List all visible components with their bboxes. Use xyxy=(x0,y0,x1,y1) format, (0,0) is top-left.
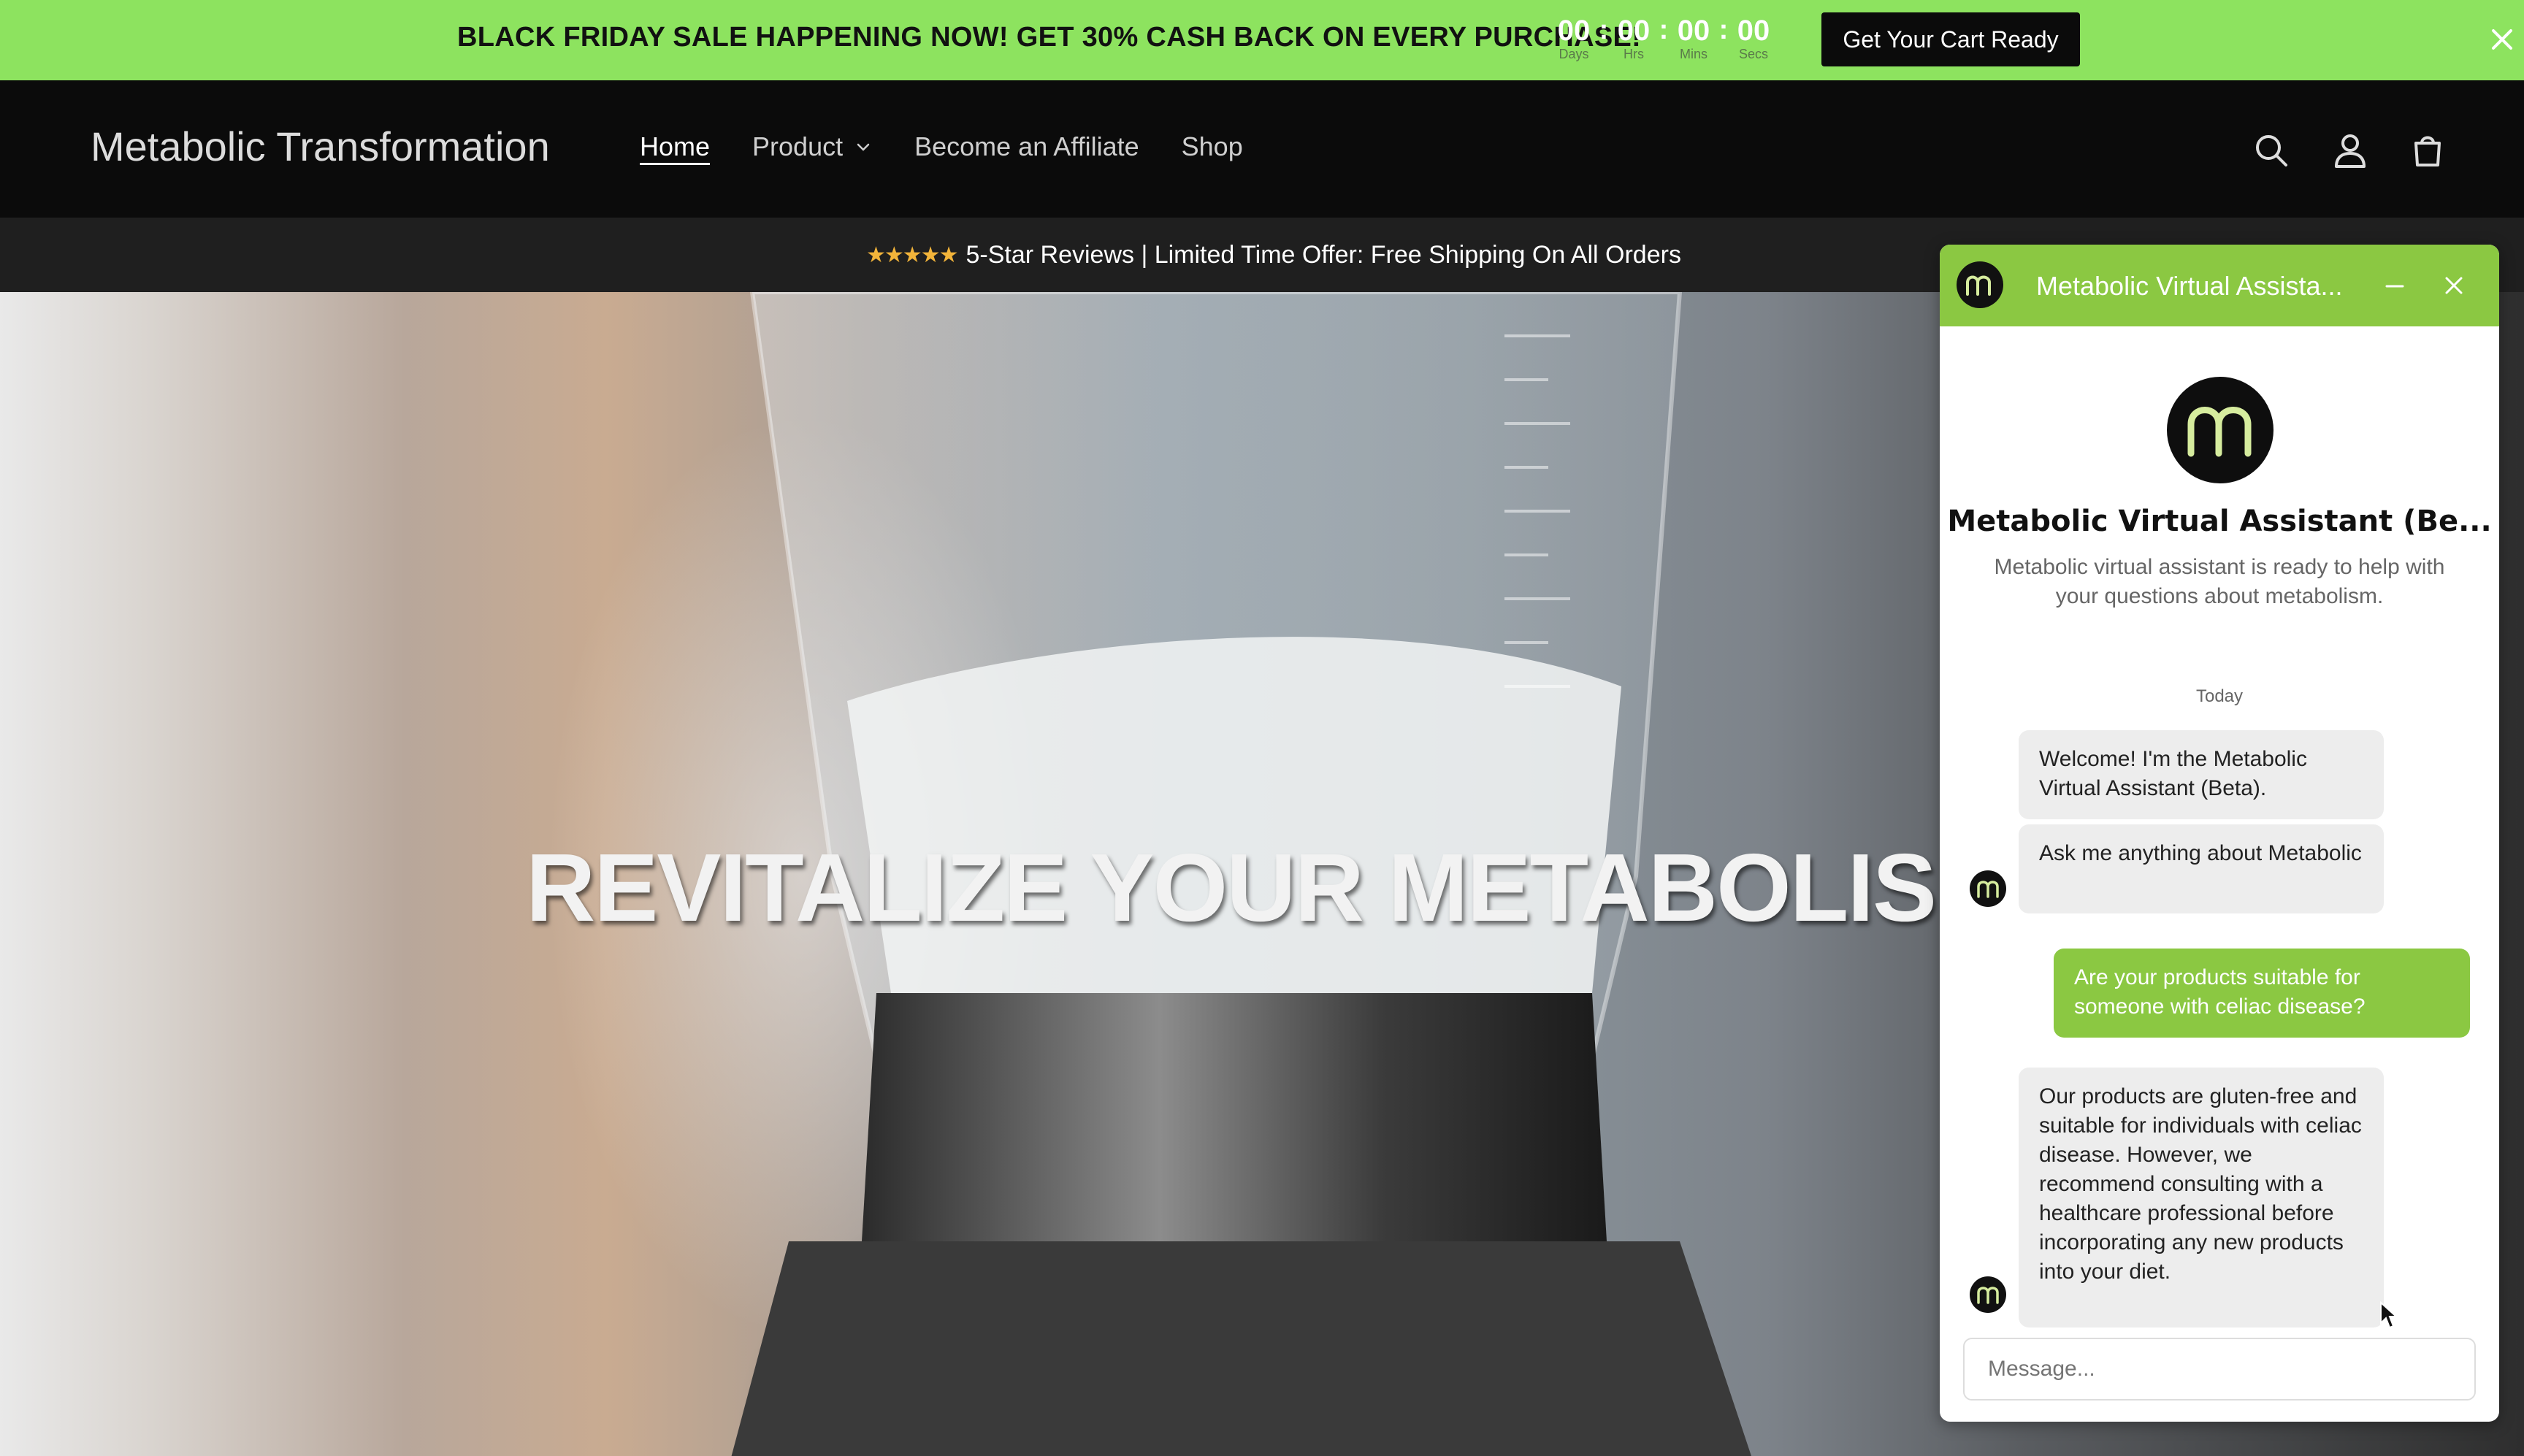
close-icon[interactable] xyxy=(2487,25,2517,54)
countdown-separator: : xyxy=(1659,15,1669,45)
countdown-label: Secs xyxy=(1738,47,1769,61)
promo-bar: BLACK FRIDAY SALE HAPPENING NOW! GET 30%… xyxy=(0,0,2524,80)
countdown-timer: 00 Days : 00 Hrs : 00 Mins : 00 Secs xyxy=(1551,16,1776,62)
bot-message: Our products are gluten-free and suitabl… xyxy=(2019,1068,2384,1327)
announcement-content: ★★★★★ 5-Star Reviews | Limited Time Offe… xyxy=(866,241,1681,269)
nav-home[interactable]: Home xyxy=(640,131,710,162)
chat-date-divider: Today xyxy=(2195,686,2244,706)
countdown-separator: : xyxy=(1599,15,1609,45)
mouse-cursor-icon xyxy=(2380,1301,2397,1329)
countdown-value: 00 xyxy=(1557,15,1591,47)
user-message: Are your products suitable for someone w… xyxy=(2054,949,2470,1038)
chat-description: Metabolic virtual assistant is ready to … xyxy=(1994,555,2445,608)
message-input[interactable] xyxy=(1963,1338,2476,1401)
nav-product-label: Product xyxy=(752,131,844,161)
bot-message: Welcome! I'm the Metabolic Virtual Assis… xyxy=(2019,730,2384,819)
countdown-label: Mins xyxy=(1679,47,1707,61)
main-nav: Home Product Become an Affiliate Shop xyxy=(640,131,1285,162)
announcement-text: 5-Star Reviews | Limited Time Offer: Fre… xyxy=(965,241,1681,269)
countdown-value: 00 xyxy=(1677,15,1710,47)
countdown-hours: 00 Hrs xyxy=(1611,16,1656,62)
get-cart-ready-button[interactable]: Get Your Cart Ready xyxy=(1821,12,2080,66)
countdown-label: Days xyxy=(1559,47,1589,61)
countdown-minutes: 00 Mins xyxy=(1671,16,1716,62)
countdown-seconds: 00 Secs xyxy=(1731,16,1776,62)
promo-text: BLACK FRIDAY SALE HAPPENING NOW! GET 30%… xyxy=(457,22,1642,53)
account-icon[interactable] xyxy=(2330,130,2371,171)
chat-widget: Metabolic Virtual Assista... Metabolic V… xyxy=(1940,245,2499,1422)
bot-avatar-icon xyxy=(1970,1276,2006,1313)
brand-logo[interactable]: Metabolic Transformation xyxy=(91,123,550,170)
chat-header-title: Metabolic Virtual Assista... xyxy=(2036,271,2343,301)
countdown-value: 00 xyxy=(1737,15,1770,47)
assistant-avatar-icon xyxy=(2167,377,2273,483)
chat-header: Metabolic Virtual Assista... xyxy=(1940,245,2499,326)
chat-title: Metabolic Virtual Assistant (Be... xyxy=(1947,505,2492,538)
assistant-logo-icon xyxy=(1957,261,2003,308)
nav-become-affiliate[interactable]: Become an Affiliate xyxy=(914,131,1139,162)
search-icon[interactable] xyxy=(2251,130,2292,171)
nav-product[interactable]: Product xyxy=(752,131,872,162)
bot-avatar-icon xyxy=(1970,870,2006,907)
minimize-icon[interactable] xyxy=(2382,274,2407,299)
cart-icon[interactable] xyxy=(2407,130,2448,171)
star-rating-icon: ★★★★★ xyxy=(866,243,958,267)
countdown-label: Hrs xyxy=(1624,47,1644,61)
chevron-down-icon xyxy=(857,143,870,151)
hero-title: REVITALIZE YOUR METABOLISM xyxy=(526,834,1943,941)
site-header: Metabolic Transformation Home Product Be… xyxy=(0,80,2524,218)
nav-shop[interactable]: Shop xyxy=(1182,131,1243,162)
countdown-separator: : xyxy=(1718,15,1729,45)
bot-message: Ask me anything about Metabolic xyxy=(2019,824,2384,913)
close-icon[interactable] xyxy=(2442,274,2466,297)
countdown-days: 00 Days xyxy=(1551,16,1596,62)
countdown-value: 00 xyxy=(1617,15,1651,47)
